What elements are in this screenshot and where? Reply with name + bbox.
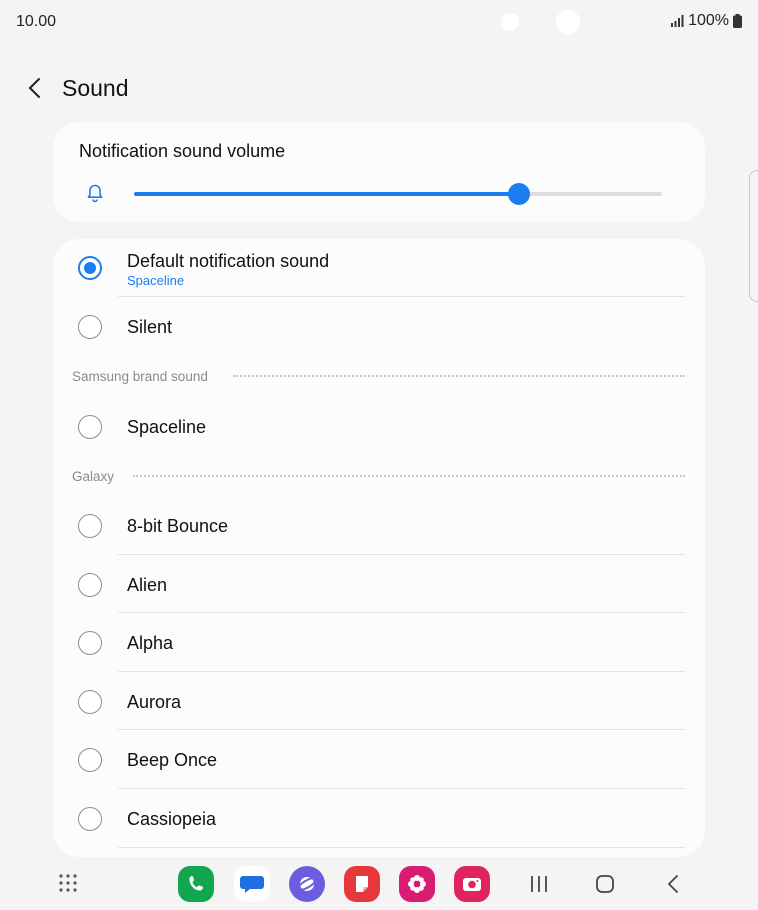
radio-button[interactable] bbox=[78, 690, 102, 714]
internet-app-icon[interactable] bbox=[289, 866, 325, 902]
volume-title: Notification sound volume bbox=[79, 141, 286, 161]
list-item-silent[interactable]: Silent bbox=[53, 297, 705, 355]
radio-button[interactable] bbox=[78, 631, 102, 655]
divider bbox=[118, 847, 685, 848]
item-sublabel: Spaceline bbox=[127, 273, 185, 288]
planet-icon bbox=[297, 877, 317, 891]
section-separator bbox=[133, 475, 685, 477]
radio-button[interactable] bbox=[78, 807, 102, 831]
recent-apps-button[interactable] bbox=[527, 872, 551, 896]
radio-button[interactable] bbox=[78, 514, 102, 538]
status-indicators: 100% bbox=[670, 12, 742, 30]
list-item-alpha[interactable]: Alpha bbox=[53, 613, 705, 671]
phone-app-icon[interactable] bbox=[178, 866, 214, 902]
battery-percent: 100% bbox=[688, 12, 729, 29]
radio-button[interactable] bbox=[78, 315, 102, 339]
list-item-cassiopeia[interactable]: Cassiopeia bbox=[53, 789, 705, 847]
section-separator bbox=[233, 375, 685, 377]
battery-icon bbox=[733, 14, 742, 28]
edge-panel-handle[interactable] bbox=[749, 170, 758, 302]
status-bar: 10.00 100% bbox=[0, 0, 758, 44]
note-icon bbox=[356, 876, 368, 892]
list-item-default-sound[interactable]: Default notification sound Spaceline bbox=[53, 239, 705, 297]
camera-app-icon[interactable] bbox=[454, 866, 490, 902]
chevron-left-icon bbox=[29, 78, 40, 98]
page-title: Sound bbox=[62, 75, 129, 101]
camera-cutout bbox=[556, 10, 580, 34]
item-label: Beep Once bbox=[127, 750, 218, 770]
back-button[interactable] bbox=[18, 72, 50, 104]
radio-button[interactable] bbox=[78, 573, 102, 597]
flower-icon bbox=[408, 875, 426, 893]
app-header: Sound bbox=[0, 62, 758, 112]
bell-icon bbox=[87, 184, 103, 203]
phone-icon bbox=[189, 876, 203, 891]
radio-button[interactable] bbox=[78, 748, 102, 772]
item-label: Cassiopeia bbox=[127, 809, 217, 829]
item-label: Silent bbox=[127, 317, 173, 337]
recents-icon bbox=[531, 876, 547, 892]
chat-bubble-icon bbox=[240, 876, 264, 893]
notes-app-icon[interactable] bbox=[344, 866, 380, 902]
section-header-samsung: Samsung brand sound bbox=[72, 369, 208, 384]
home-icon bbox=[596, 875, 614, 893]
item-label: Aurora bbox=[127, 692, 182, 712]
list-item-alien[interactable]: Alien bbox=[53, 555, 705, 613]
list-item-spaceline[interactable]: Spaceline bbox=[53, 397, 705, 455]
home-button[interactable] bbox=[593, 872, 617, 896]
nav-back-button[interactable] bbox=[661, 872, 685, 896]
sound-list: Default notification sound Spaceline Sil… bbox=[53, 239, 705, 857]
radio-button[interactable] bbox=[78, 415, 102, 439]
item-label: Spaceline bbox=[127, 417, 207, 437]
item-label: Alpha bbox=[127, 633, 174, 653]
messages-app-icon[interactable] bbox=[234, 866, 270, 902]
item-label: Alien bbox=[127, 575, 168, 595]
camera-cutout bbox=[501, 13, 519, 31]
list-item-aurora[interactable]: Aurora bbox=[53, 672, 705, 730]
list-item-8-bit-bounce[interactable]: 8-bit Bounce bbox=[53, 496, 705, 554]
list-item-beep-once[interactable]: Beep Once bbox=[53, 730, 705, 788]
item-label: Default notification sound bbox=[127, 251, 330, 271]
apps-grid-icon[interactable] bbox=[58, 873, 78, 893]
slider-thumb[interactable] bbox=[508, 183, 531, 205]
volume-slider[interactable] bbox=[134, 183, 662, 205]
taskbar bbox=[0, 858, 758, 910]
radio-button-selected[interactable] bbox=[78, 256, 102, 280]
signal-icon bbox=[671, 15, 684, 27]
slider-fill bbox=[134, 192, 520, 196]
item-label: 8-bit Bounce bbox=[127, 516, 229, 536]
section-header-galaxy: Galaxy bbox=[72, 469, 115, 484]
volume-card: Notification sound volume bbox=[53, 122, 705, 222]
gallery-app-icon[interactable] bbox=[399, 866, 435, 902]
chevron-left-icon bbox=[668, 875, 678, 893]
status-time: 10.00 bbox=[16, 13, 57, 30]
camera-icon bbox=[463, 878, 481, 891]
